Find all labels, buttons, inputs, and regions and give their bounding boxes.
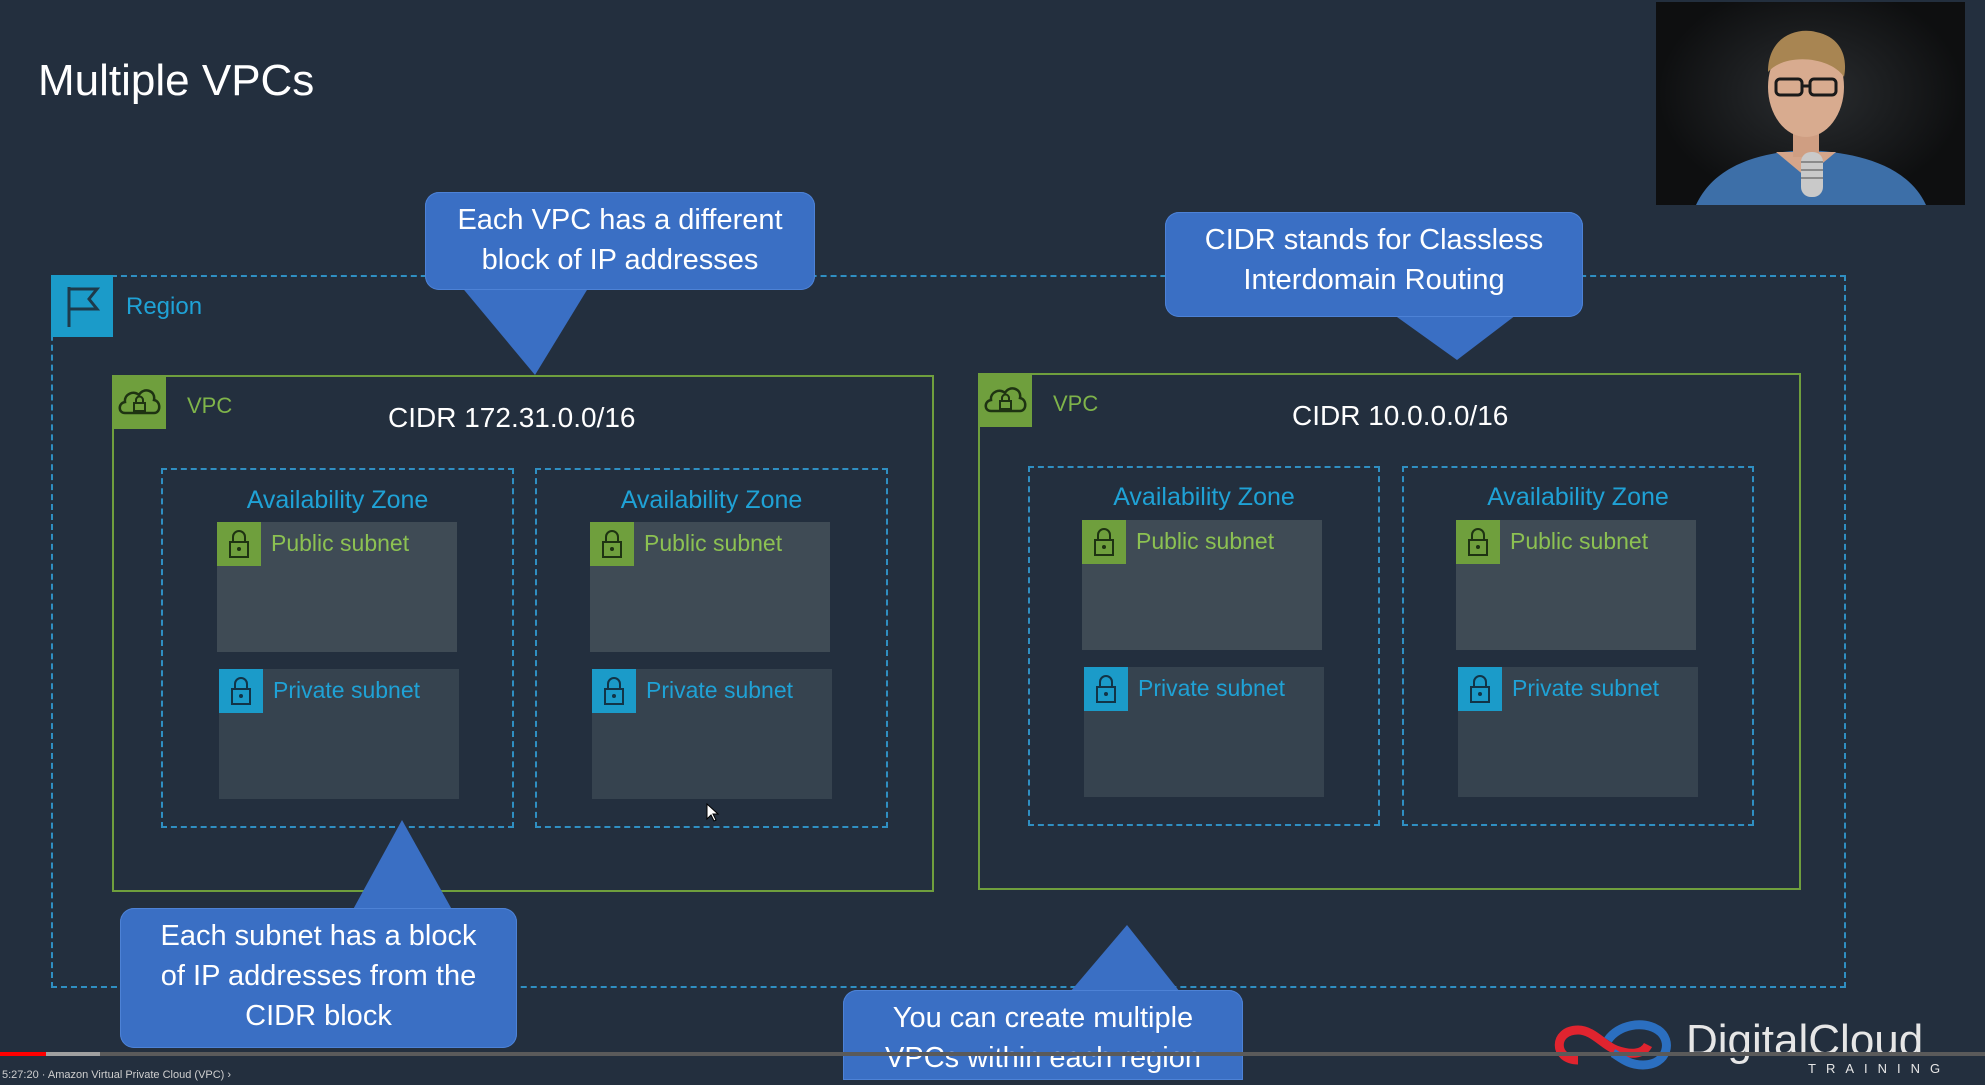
logo-text: DigitalCloud [1686, 1016, 1924, 1065]
progress-played [0, 1052, 46, 1056]
callout-subnet-block-line-3: CIDR block [245, 1000, 392, 1032]
callout-multiple-vpcs: You can create multiple VPCs within each… [843, 990, 1243, 1080]
callout-multiple-vpcs-line-2: VPCs within each region [885, 1042, 1201, 1074]
callout-vpc-block: Each VPC has a different block of IP add… [425, 192, 815, 290]
callout-subnet-block-line-2: of IP addresses from the [160, 960, 477, 992]
callout-subnet-block-line-1: Each subnet has a block [160, 920, 477, 952]
callout-multiple-vpcs-line-1: You can create multiple [892, 1002, 1194, 1034]
callout-cidr-meaning-line-1: CIDR stands for Classless [1204, 224, 1544, 256]
subnet-callout-pointer [350, 820, 455, 915]
callout-subnet-block: Each subnet has a block of IP addresses … [120, 908, 517, 1048]
logo-subtext: TRAINING [1808, 1061, 1951, 1076]
callout-vpc-block-line-2: block of IP addresses [481, 244, 759, 276]
region-callout-pointer [1070, 925, 1180, 992]
cidr-callout-pointer [1390, 312, 1520, 360]
callout-cidr-meaning-line-2: Interdomain Routing [1243, 264, 1505, 296]
player-chapter-caption[interactable]: 5:27:20 · Amazon Virtual Private Cloud (… [2, 1069, 231, 1081]
vpc-callout-pointer [460, 285, 590, 375]
callout-vpc-block-line-1: Each VPC has a different [457, 204, 783, 236]
progress-bar[interactable] [0, 1052, 1985, 1056]
mouse-cursor-icon [706, 802, 720, 828]
digitalcloud-logo-icon [1548, 1005, 1678, 1085]
callout-cidr-meaning: CIDR stands for Classless Interdomain Ro… [1165, 212, 1583, 317]
